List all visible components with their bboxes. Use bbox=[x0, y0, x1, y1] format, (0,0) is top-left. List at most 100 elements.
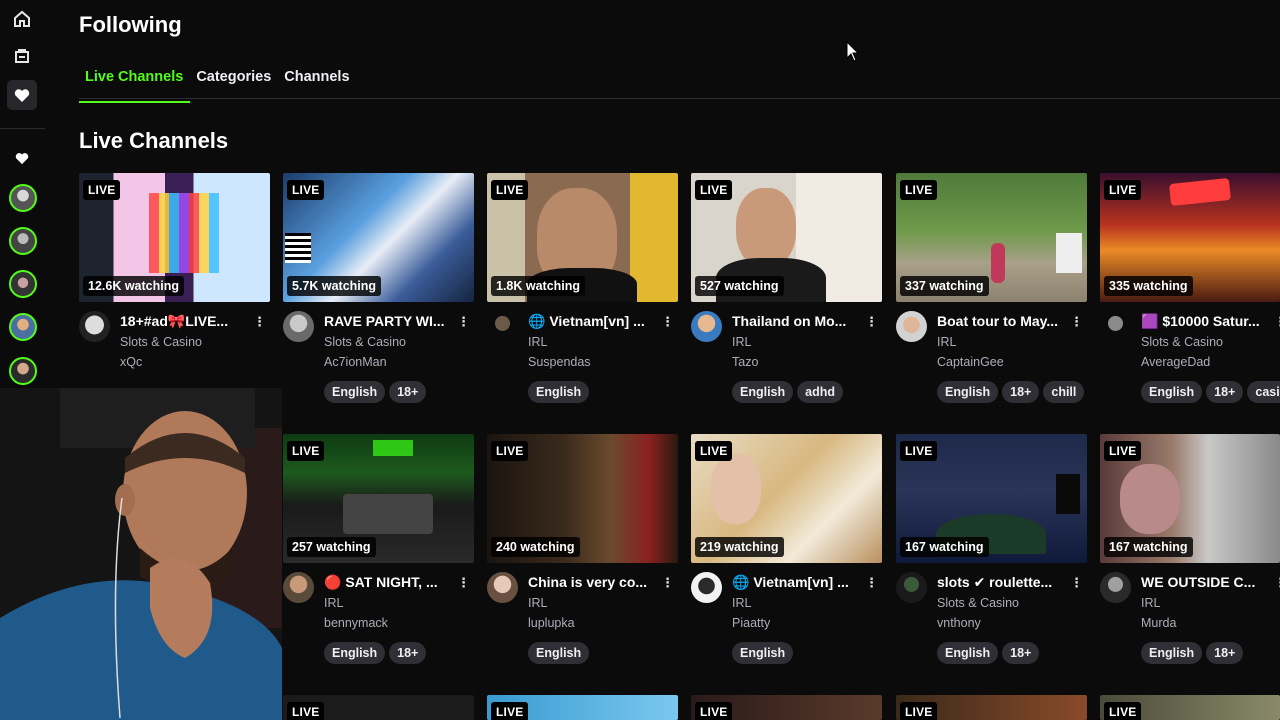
stream-category[interactable]: IRL bbox=[1141, 596, 1160, 610]
tag[interactable]: English bbox=[324, 642, 386, 664]
streamer-name[interactable]: Ac7ionMan bbox=[324, 355, 387, 369]
stream-thumbnail[interactable]: LIVE bbox=[691, 695, 882, 720]
browse-icon[interactable] bbox=[9, 43, 35, 69]
tag[interactable]: casino bbox=[1247, 381, 1280, 403]
streamer-name[interactable]: Tazo bbox=[732, 355, 758, 369]
stream-thumbnail[interactable]: LIVE bbox=[283, 695, 474, 720]
sidebar-channel-avatar[interactable] bbox=[9, 184, 37, 212]
stream-thumbnail[interactable]: LIVE 167 watching bbox=[896, 434, 1087, 563]
more-options-icon[interactable]: ⋮ bbox=[1274, 314, 1280, 330]
stream-title[interactable]: Boat tour to May... bbox=[937, 313, 1065, 329]
sidebar-channel-avatar[interactable] bbox=[9, 227, 37, 255]
stream-thumbnail[interactable]: LIVE 12.6K watching bbox=[79, 173, 270, 302]
more-options-icon[interactable]: ⋮ bbox=[661, 575, 674, 591]
streamer-avatar[interactable] bbox=[896, 572, 927, 603]
tag[interactable]: chill bbox=[1043, 381, 1085, 403]
tag[interactable]: English bbox=[732, 642, 794, 664]
tag[interactable]: English bbox=[1141, 642, 1203, 664]
more-options-icon[interactable]: ⋮ bbox=[1274, 575, 1280, 591]
stream-category[interactable]: Slots & Casino bbox=[324, 335, 406, 349]
streamer-name[interactable]: vnthony bbox=[937, 616, 981, 630]
stream-thumbnail[interactable]: LIVE 5.7K watching bbox=[283, 173, 474, 302]
stream-thumbnail[interactable]: LIVE 335 watching bbox=[1100, 173, 1280, 302]
stream-title[interactable]: China is very co... bbox=[528, 574, 656, 590]
streamer-name[interactable]: bennymack bbox=[324, 616, 388, 630]
stream-category[interactable]: IRL bbox=[528, 596, 547, 610]
stream-category[interactable]: Slots & Casino bbox=[937, 596, 1019, 610]
tag[interactable]: 18+ bbox=[389, 642, 427, 664]
sidebar-channel-avatar[interactable] bbox=[9, 313, 37, 341]
more-options-icon[interactable]: ⋮ bbox=[661, 314, 674, 330]
stream-thumbnail[interactable]: LIVE 337 watching bbox=[896, 173, 1087, 302]
stream-thumbnail[interactable]: LIVE bbox=[896, 695, 1087, 720]
streamer-avatar[interactable] bbox=[79, 311, 110, 342]
stream-category[interactable]: IRL bbox=[324, 596, 343, 610]
tag[interactable]: 18+ bbox=[1002, 381, 1040, 403]
more-options-icon[interactable]: ⋮ bbox=[253, 314, 266, 330]
stream-title[interactable]: 18+#ad🎀LIVE... bbox=[120, 313, 248, 330]
more-options-icon[interactable]: ⋮ bbox=[457, 575, 470, 591]
stream-thumbnail[interactable]: LIVE 240 watching bbox=[487, 434, 678, 563]
tag[interactable]: English bbox=[1141, 381, 1203, 403]
stream-title[interactable]: RAVE PARTY WI... bbox=[324, 313, 452, 329]
tag[interactable]: adhd bbox=[797, 381, 844, 403]
stream-title[interactable]: slots ✔ roulette... bbox=[937, 574, 1065, 591]
stream-title[interactable]: Thailand on Mo... bbox=[732, 313, 860, 329]
stream-title[interactable]: 🌐 Vietnam[vn] ... bbox=[528, 313, 656, 330]
stream-title[interactable]: WE OUTSIDE C... bbox=[1141, 574, 1269, 590]
streamer-avatar[interactable] bbox=[896, 311, 927, 342]
sidebar-channel-avatar[interactable] bbox=[9, 270, 37, 298]
more-options-icon[interactable]: ⋮ bbox=[457, 314, 470, 330]
streamer-name[interactable]: AverageDad bbox=[1141, 355, 1210, 369]
tag[interactable]: English bbox=[937, 642, 999, 664]
stream-thumbnail[interactable]: LIVE 167 watching bbox=[1100, 434, 1280, 563]
streamer-avatar[interactable] bbox=[691, 311, 722, 342]
tag[interactable]: 18+ bbox=[1206, 381, 1244, 403]
stream-card[interactable]: LIVE bbox=[487, 695, 679, 720]
stream-category[interactable]: Slots & Casino bbox=[1141, 335, 1223, 349]
following-heart-icon[interactable] bbox=[7, 80, 37, 110]
streamer-avatar[interactable] bbox=[691, 572, 722, 603]
more-options-icon[interactable]: ⋮ bbox=[865, 575, 878, 591]
stream-category[interactable]: IRL bbox=[528, 335, 547, 349]
more-options-icon[interactable]: ⋮ bbox=[1070, 314, 1083, 330]
streamer-avatar[interactable] bbox=[1100, 311, 1131, 342]
stream-title[interactable]: 🟪 $10000 Satur... bbox=[1141, 313, 1269, 330]
streamer-name[interactable]: Suspendas bbox=[528, 355, 591, 369]
more-options-icon[interactable]: ⋮ bbox=[865, 314, 878, 330]
home-icon[interactable] bbox=[9, 6, 35, 32]
more-options-icon[interactable]: ⋮ bbox=[1070, 575, 1083, 591]
tag[interactable]: 18+ bbox=[1206, 642, 1244, 664]
stream-category[interactable]: IRL bbox=[937, 335, 956, 349]
stream-category[interactable]: Slots & Casino bbox=[120, 335, 202, 349]
streamer-avatar[interactable] bbox=[1100, 572, 1131, 603]
stream-thumbnail[interactable]: LIVE bbox=[1100, 695, 1280, 720]
stream-thumbnail[interactable]: LIVE 219 watching bbox=[691, 434, 882, 563]
tag[interactable]: English bbox=[528, 642, 590, 664]
tag[interactable]: English bbox=[324, 381, 386, 403]
stream-title[interactable]: 🔴 SAT NIGHT, ... bbox=[324, 574, 452, 591]
stream-thumbnail[interactable]: LIVE 1.8K watching bbox=[487, 173, 678, 302]
stream-card[interactable]: LIVE bbox=[691, 695, 883, 720]
stream-thumbnail[interactable]: LIVE 257 watching bbox=[283, 434, 474, 563]
streamer-name[interactable]: Piaatty bbox=[732, 616, 770, 630]
streamer-name[interactable]: xQc bbox=[120, 355, 142, 369]
tag[interactable]: 18+ bbox=[1002, 642, 1040, 664]
tag[interactable]: 18+ bbox=[389, 381, 427, 403]
streamer-avatar[interactable] bbox=[487, 572, 518, 603]
sidebar-channel-avatar[interactable] bbox=[9, 357, 37, 385]
stream-category[interactable]: IRL bbox=[732, 596, 751, 610]
stream-thumbnail[interactable]: LIVE 527 watching bbox=[691, 173, 882, 302]
streamer-avatar[interactable] bbox=[487, 311, 518, 342]
stream-thumbnail[interactable]: LIVE bbox=[487, 695, 678, 720]
stream-card[interactable]: LIVE bbox=[1100, 695, 1280, 720]
tag[interactable]: English bbox=[528, 381, 590, 403]
tag[interactable]: English bbox=[937, 381, 999, 403]
streamer-name[interactable]: CaptainGee bbox=[937, 355, 1004, 369]
stream-card[interactable]: LIVE bbox=[896, 695, 1088, 720]
stream-title[interactable]: 🌐 Vietnam[vn] ... bbox=[732, 574, 860, 591]
streamer-name[interactable]: luplupka bbox=[528, 616, 575, 630]
streamer-avatar[interactable] bbox=[283, 572, 314, 603]
stream-card[interactable]: LIVE bbox=[283, 695, 475, 720]
tag[interactable]: English bbox=[732, 381, 794, 403]
